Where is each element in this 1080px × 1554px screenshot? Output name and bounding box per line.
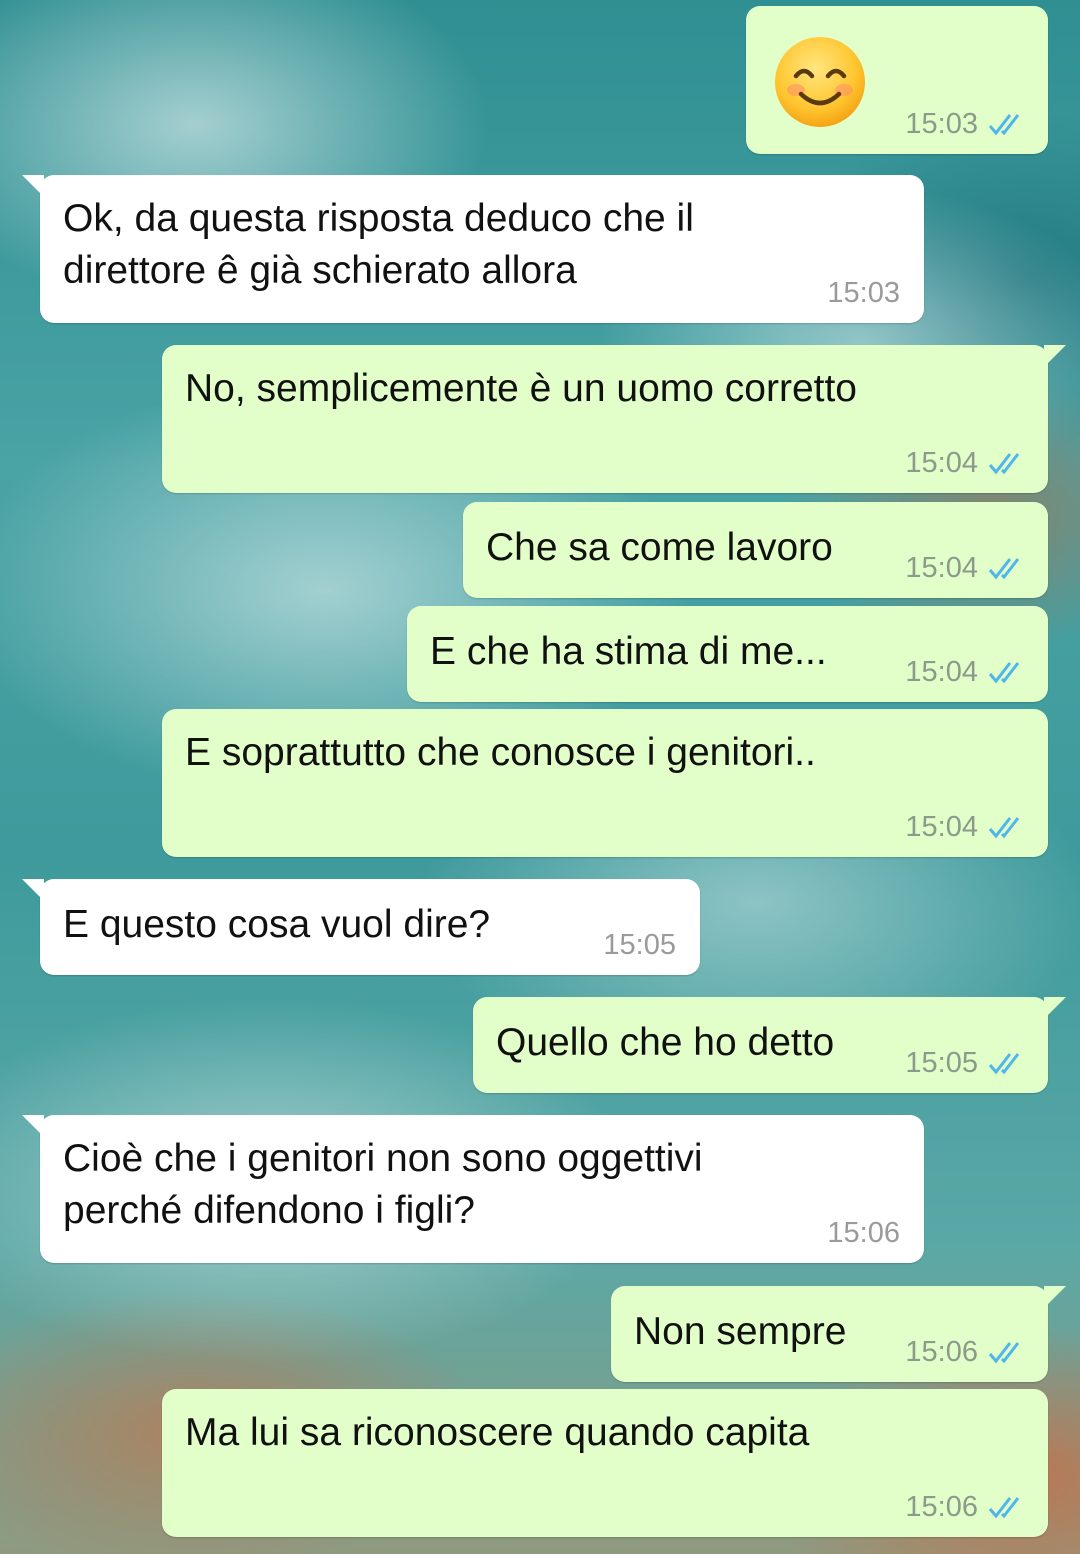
message-text: E che ha stima di me... <box>430 630 827 673</box>
message-text: No, semplicemente è un uomo corretto <box>185 367 857 410</box>
message-text: Quello che ho detto <box>496 1021 835 1064</box>
message-meta: 15:03 <box>905 108 1026 140</box>
bubble-tail <box>1044 997 1066 1019</box>
message-time: 15:04 <box>905 656 978 688</box>
message-time: 15:06 <box>905 1336 978 1368</box>
message-text: Ok, da questa risposta deduco che il dir… <box>63 197 694 292</box>
bubble-tail <box>22 175 44 197</box>
message-time: 15:05 <box>603 929 676 961</box>
message-bubble-outgoing[interactable]: Non sempre 15:06 <box>611 1286 1066 1382</box>
message-time: 15:03 <box>905 108 978 140</box>
double-check-read-icon <box>988 817 1020 839</box>
message-meta: 15:03 <box>827 277 900 309</box>
message-meta: 15:04 <box>905 811 1026 843</box>
message-time: 15:04 <box>905 447 978 479</box>
message-meta: 15:05 <box>905 1047 1026 1079</box>
message-time: 15:04 <box>905 811 978 843</box>
bubble-tail <box>22 879 44 901</box>
double-check-read-icon <box>988 1497 1020 1519</box>
message-time: 15:04 <box>905 552 978 584</box>
message-meta: 15:04 <box>905 447 1026 479</box>
double-check-read-icon <box>988 1053 1020 1075</box>
double-check-read-icon <box>988 558 1020 580</box>
double-check-read-icon <box>988 1342 1020 1364</box>
double-check-read-icon <box>988 114 1020 136</box>
message-time: 15:06 <box>827 1217 900 1249</box>
message-bubble-incoming[interactable]: Cioè che i genitori non sono oggettivi p… <box>22 1115 924 1263</box>
message-bubble-outgoing[interactable]: Ma lui sa riconoscere quando capita 15:0… <box>162 1389 1048 1537</box>
message-text: E questo cosa vuol dire? <box>63 903 491 946</box>
message-bubble-outgoing[interactable]: E che ha stima di me... 15:04 <box>407 606 1048 702</box>
message-meta: 15:06 <box>827 1217 900 1249</box>
bubble-tail <box>22 1115 44 1137</box>
bubble-tail <box>1044 1286 1066 1308</box>
message-text: E soprattutto che conosce i genitori.. <box>185 731 816 774</box>
bubble-tail <box>1044 345 1066 367</box>
double-check-read-icon <box>988 453 1020 475</box>
message-text: Non sempre <box>634 1310 847 1353</box>
message-text: Che sa come lavoro <box>486 526 833 569</box>
message-text: Cioè che i genitori non sono oggettivi p… <box>63 1137 703 1232</box>
message-meta: 15:06 <box>905 1491 1026 1523</box>
message-text: Ma lui sa riconoscere quando capita <box>185 1411 810 1454</box>
message-meta: 15:05 <box>603 929 676 961</box>
message-meta: 15:04 <box>905 656 1026 688</box>
message-time: 15:05 <box>905 1047 978 1079</box>
message-bubble-incoming[interactable]: Ok, da questa risposta deduco che il dir… <box>22 175 924 323</box>
message-meta: 15:06 <box>905 1336 1026 1368</box>
message-bubble-outgoing[interactable]: 15:03 <box>746 6 1048 154</box>
message-bubble-outgoing[interactable]: Che sa come lavoro 15:04 <box>463 502 1048 598</box>
message-time: 15:03 <box>827 277 900 309</box>
message-time: 15:06 <box>905 1491 978 1523</box>
message-bubble-outgoing[interactable]: No, semplicemente è un uomo corretto 15:… <box>162 345 1066 493</box>
double-check-read-icon <box>988 662 1020 684</box>
message-bubble-incoming[interactable]: E questo cosa vuol dire? 15:05 <box>22 879 700 975</box>
message-bubble-outgoing[interactable]: Quello che ho detto 15:05 <box>473 997 1066 1093</box>
message-bubble-outgoing[interactable]: E soprattutto che conosce i genitori.. 1… <box>162 709 1048 857</box>
smiling-face-emoji-icon <box>775 37 865 127</box>
message-meta: 15:04 <box>905 552 1026 584</box>
